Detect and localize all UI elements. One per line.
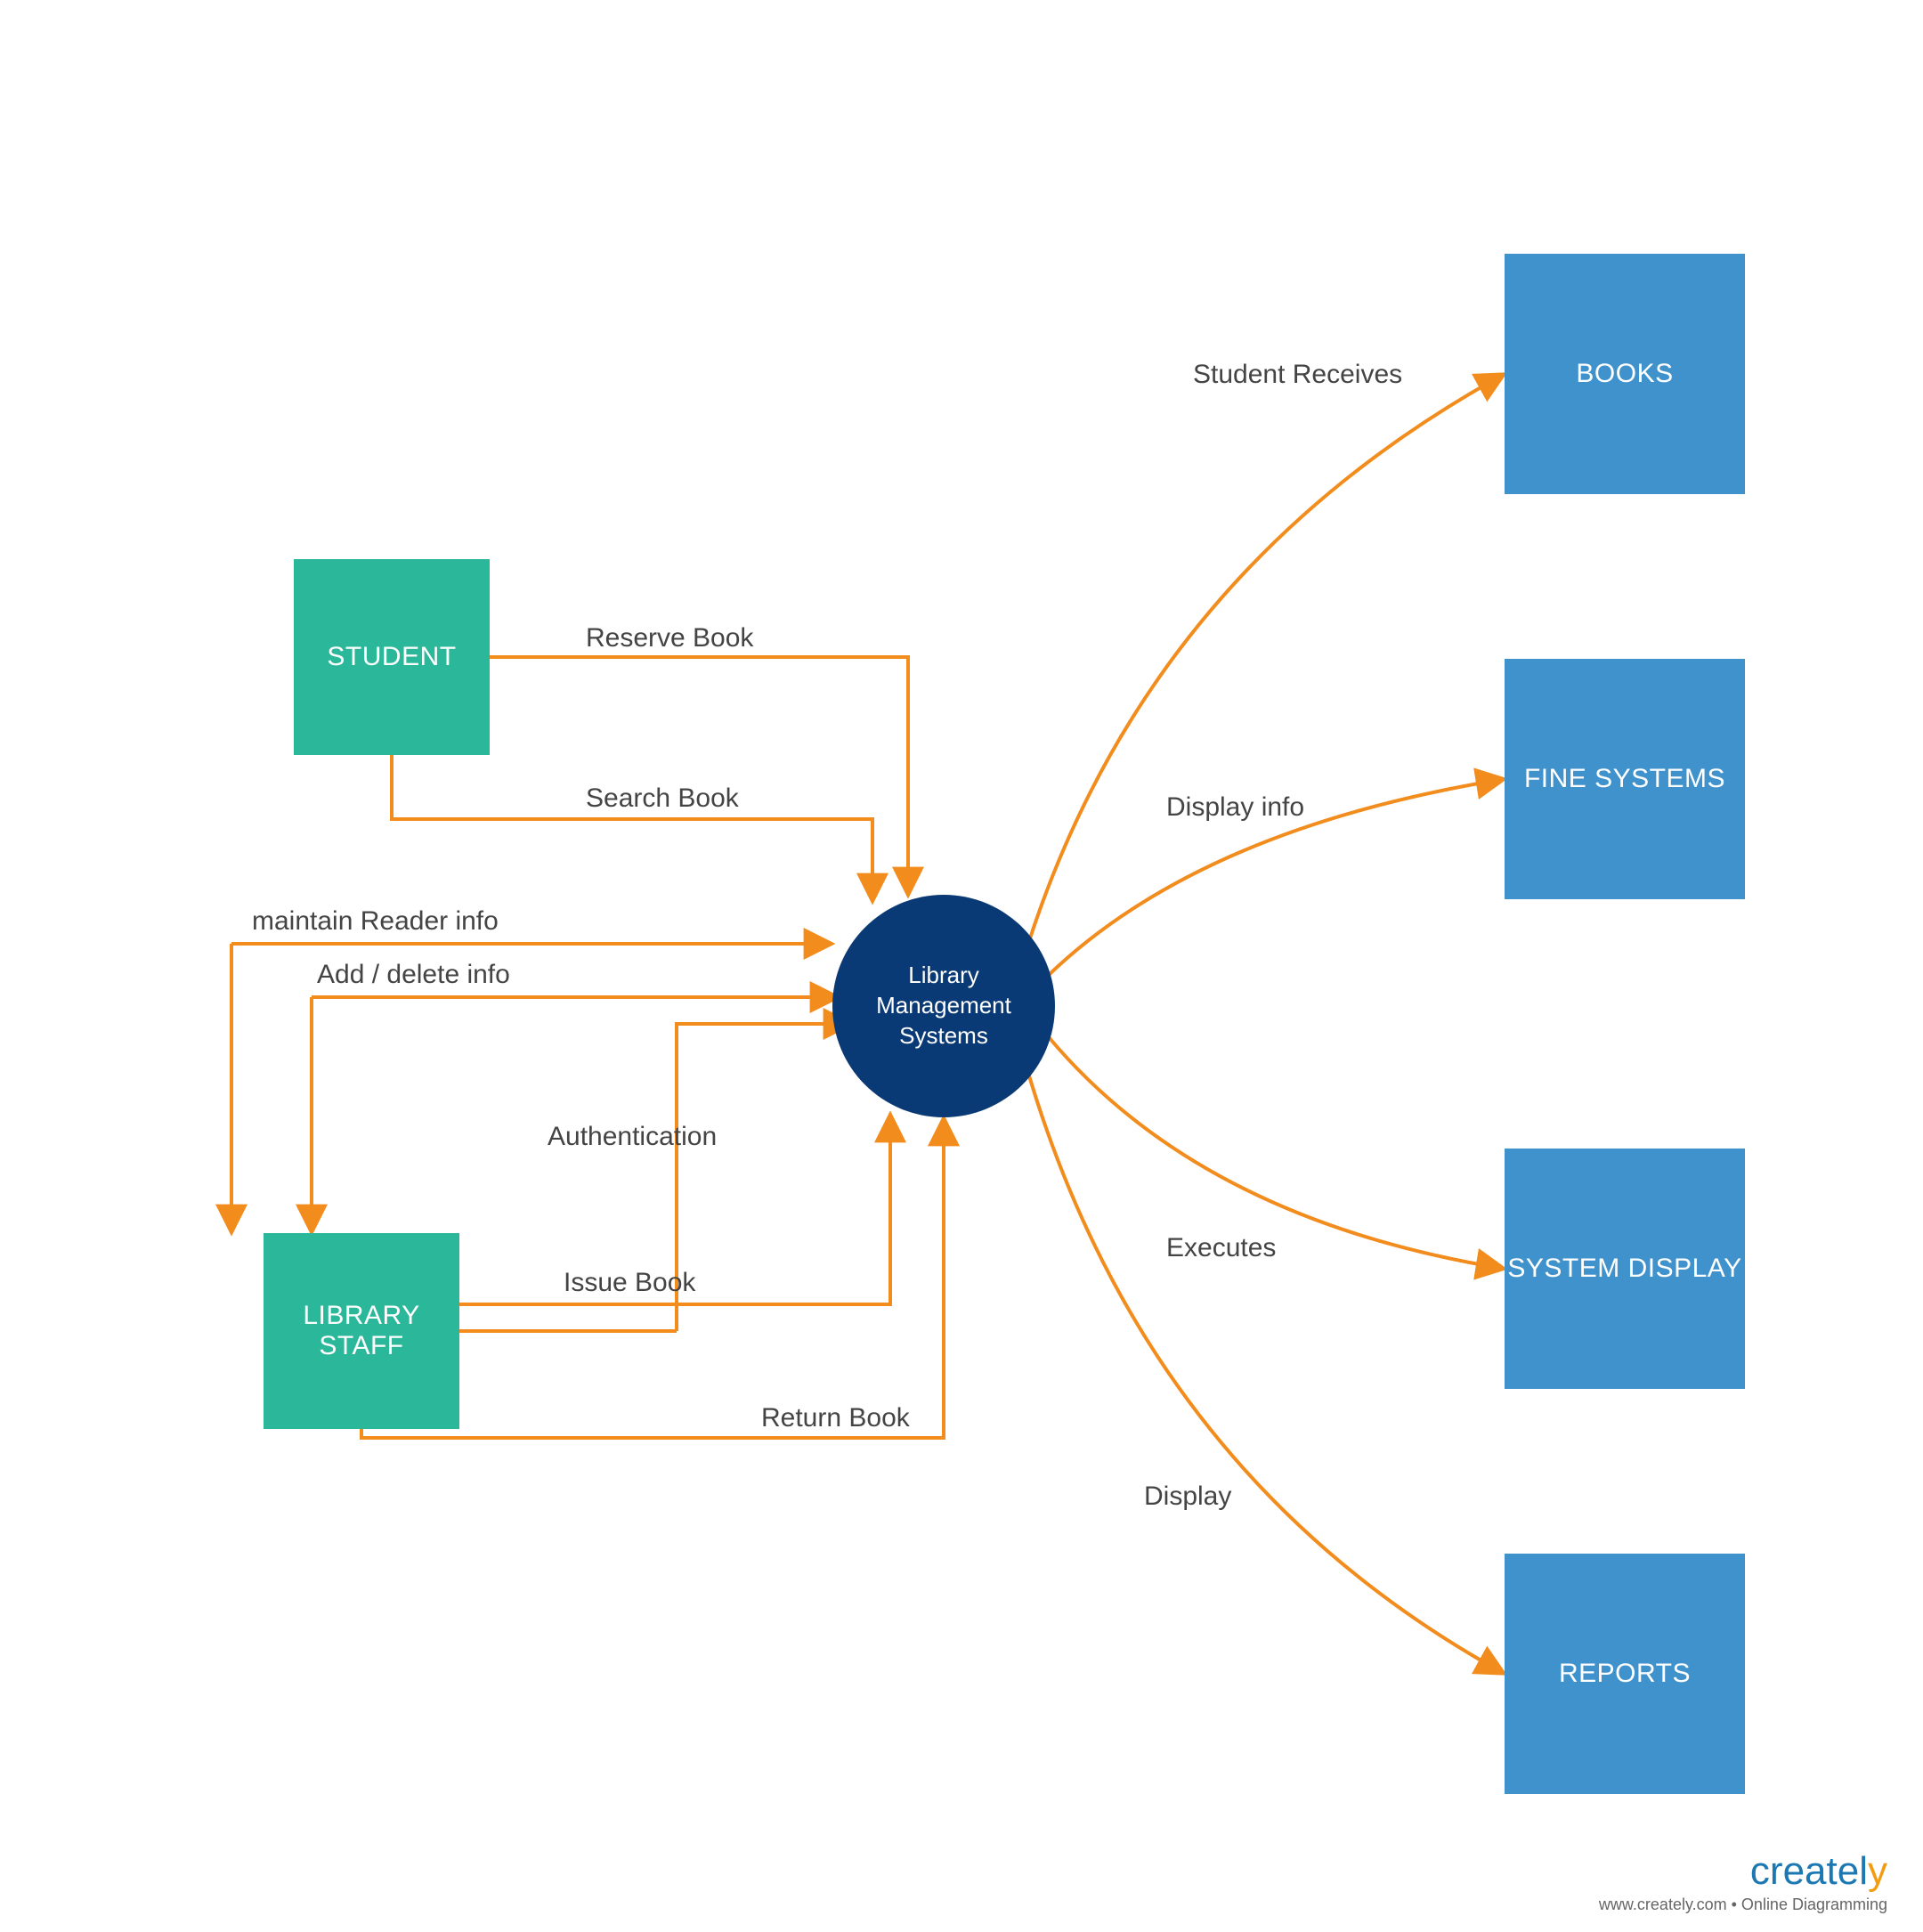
- edge-label-return-book: Return Book: [761, 1403, 910, 1433]
- connector-authentication: [677, 1024, 852, 1331]
- connector-executes: [1049, 1037, 1505, 1269]
- branding-footer: creately www.creately.com • Online Diagr…: [1599, 1849, 1887, 1914]
- node-label: FINE SYSTEMS: [1524, 764, 1725, 794]
- brand-logo: creately: [1599, 1849, 1887, 1894]
- node-library-staff[interactable]: LIBRARY STAFF: [264, 1233, 459, 1429]
- brand-tagline: www.creately.com • Online Diagramming: [1599, 1895, 1887, 1914]
- connector-reserve-book: [490, 657, 908, 896]
- diagram-canvas: STUDENT LIBRARY STAFF Library Management…: [0, 0, 1923, 1932]
- edge-label-student-receives: Student Receives: [1193, 360, 1402, 390]
- edge-label-add-delete-info: Add / delete info: [317, 960, 510, 990]
- connector-student-receives: [1028, 374, 1505, 944]
- node-library-management-systems[interactable]: Library Management Systems: [832, 895, 1055, 1117]
- connector-display: [1028, 1073, 1505, 1674]
- node-label: SYSTEM DISPLAY: [1507, 1254, 1741, 1284]
- node-label: REPORTS: [1559, 1659, 1691, 1689]
- node-reports[interactable]: REPORTS: [1505, 1554, 1745, 1794]
- edge-label-issue-book: Issue Book: [564, 1268, 695, 1298]
- edge-label-reserve-book: Reserve Book: [586, 623, 753, 653]
- node-system-display[interactable]: SYSTEM DISPLAY: [1505, 1149, 1745, 1389]
- connector-search-book: [392, 755, 872, 902]
- node-fine-systems[interactable]: FINE SYSTEMS: [1505, 659, 1745, 899]
- node-student[interactable]: STUDENT: [294, 559, 490, 755]
- brand-text-prefix: createl: [1750, 1849, 1868, 1893]
- node-label: BOOKS: [1576, 359, 1673, 389]
- brand-text-suffix: y: [1868, 1849, 1887, 1893]
- edge-label-display: Display: [1144, 1481, 1231, 1512]
- edge-label-authentication: Authentication: [548, 1122, 717, 1152]
- node-label: Library Management Systems: [841, 961, 1046, 1051]
- node-books[interactable]: BOOKS: [1505, 254, 1745, 494]
- edge-label-maintain-reader-info: maintain Reader info: [252, 906, 499, 937]
- node-label: STUDENT: [327, 642, 456, 672]
- edge-label-search-book: Search Book: [586, 783, 739, 814]
- edge-label-display-info: Display info: [1166, 792, 1304, 823]
- node-label: LIBRARY STAFF: [264, 1301, 459, 1361]
- edge-label-executes: Executes: [1166, 1233, 1276, 1263]
